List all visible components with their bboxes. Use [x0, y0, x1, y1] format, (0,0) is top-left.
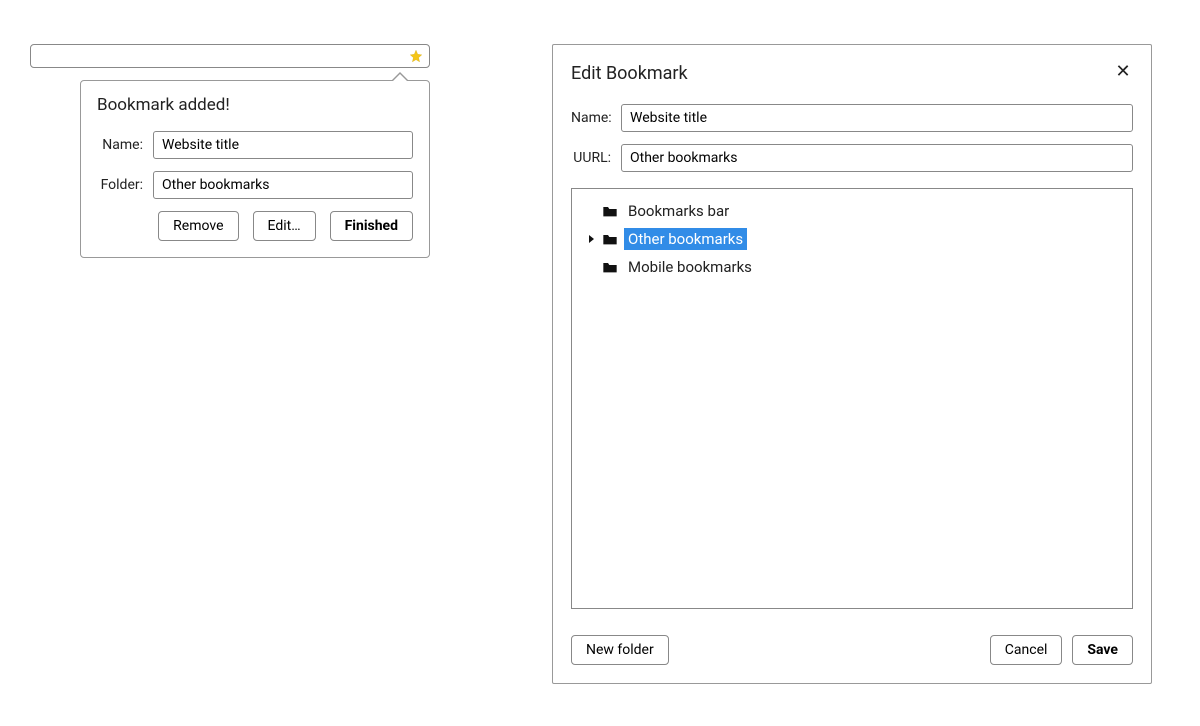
address-bar[interactable] — [30, 44, 430, 68]
tree-item-other-bookmarks[interactable]: Other bookmarks — [576, 225, 1128, 253]
tree-item-mobile-bookmarks[interactable]: Mobile bookmarks — [576, 253, 1128, 281]
edit-bookmark-dialog: Edit Bookmark ✕ Name: UURL: Bookmarks ba… — [552, 44, 1152, 684]
star-icon[interactable] — [409, 49, 423, 63]
cancel-button[interactable]: Cancel — [990, 635, 1063, 665]
folder-tree[interactable]: Bookmarks bar Other bookmarks Mobile boo… — [571, 188, 1133, 609]
bookmark-folder-input[interactable] — [153, 171, 413, 199]
dialog-url-label: UURL: — [571, 150, 621, 166]
edit-button[interactable]: Edit… — [253, 211, 316, 241]
folder-icon — [602, 204, 618, 218]
tree-item-label: Mobile bookmarks — [624, 256, 756, 278]
dialog-name-label: Name: — [571, 110, 621, 126]
folder-icon — [602, 232, 618, 246]
tree-item-label: Other bookmarks — [624, 228, 747, 250]
tree-item-bookmarks-bar[interactable]: Bookmarks bar — [576, 197, 1128, 225]
folder-label: Folder: — [97, 177, 153, 193]
dialog-title: Edit Bookmark — [571, 63, 688, 84]
remove-button[interactable]: Remove — [158, 211, 238, 241]
tree-item-label: Bookmarks bar — [624, 200, 733, 222]
new-folder-button[interactable]: New folder — [571, 635, 669, 665]
close-icon[interactable]: ✕ — [1113, 63, 1133, 81]
save-button[interactable]: Save — [1072, 635, 1133, 665]
folder-icon — [602, 260, 618, 274]
chevron-right-icon[interactable] — [588, 234, 596, 244]
finished-button[interactable]: Finished — [330, 211, 413, 241]
name-label: Name: — [97, 137, 153, 153]
dialog-name-input[interactable] — [621, 104, 1133, 132]
dialog-url-input[interactable] — [621, 144, 1133, 172]
bookmark-added-popover: Bookmark added! Name: Folder: Remove Edi… — [80, 80, 430, 258]
popover-title: Bookmark added! — [97, 95, 413, 115]
bookmark-name-input[interactable] — [153, 131, 413, 159]
